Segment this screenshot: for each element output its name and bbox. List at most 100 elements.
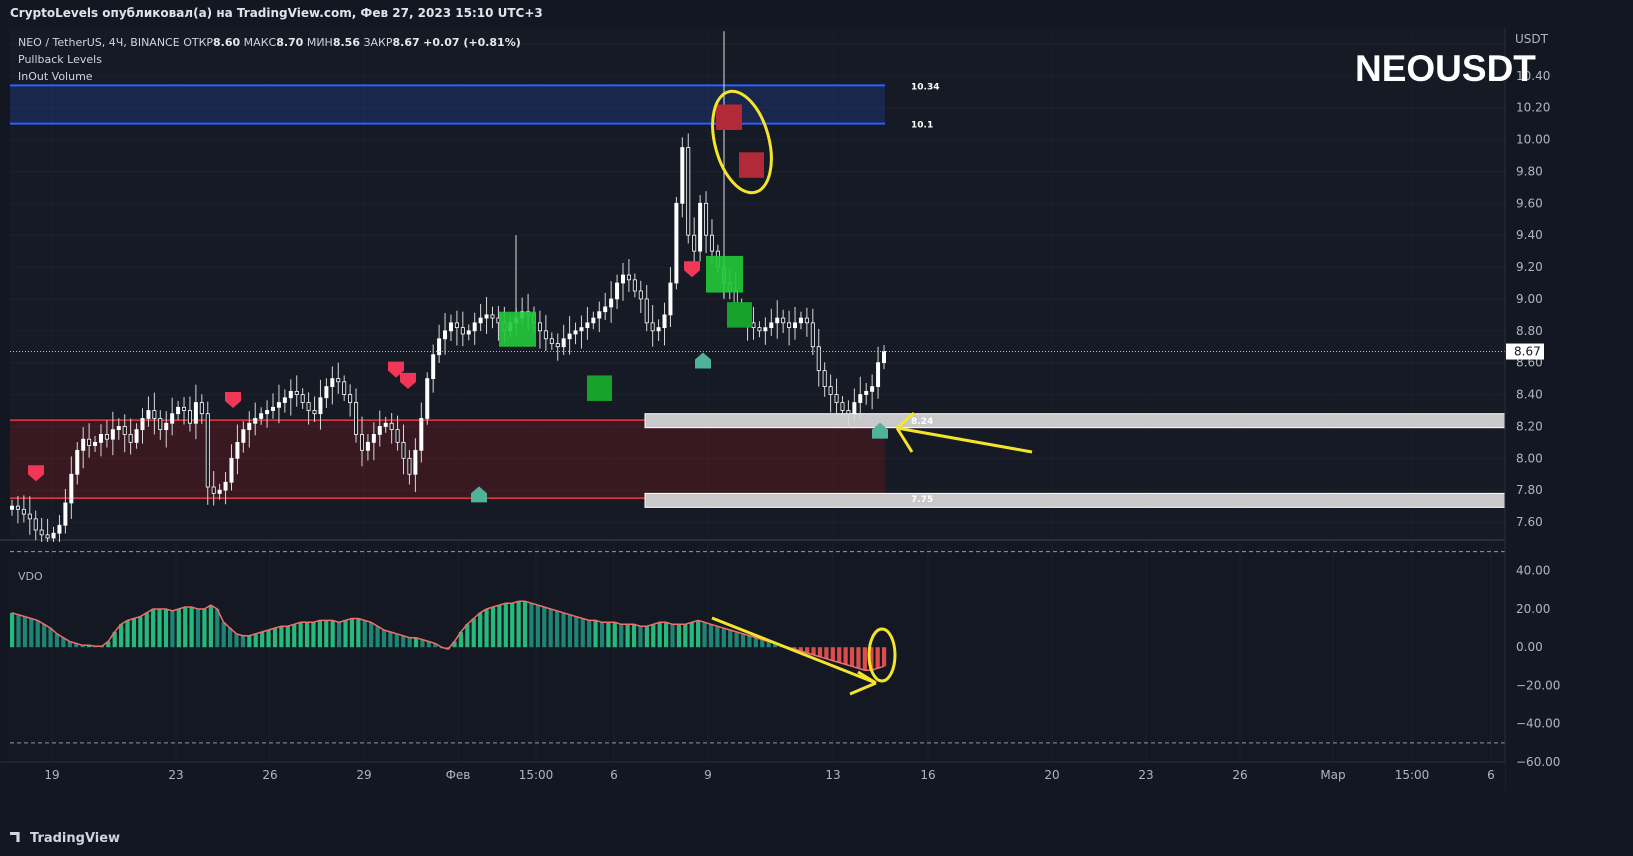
candle-body	[383, 422, 388, 427]
candle-body	[401, 441, 406, 459]
vdo-tick-label: −20.00	[1516, 678, 1560, 692]
vdo-bar	[131, 618, 137, 648]
price-tick-label: 8.80	[1516, 324, 1543, 338]
candle-body	[229, 457, 234, 483]
candle-body	[579, 327, 584, 332]
candle-body	[561, 338, 566, 348]
vdo-bar	[535, 605, 540, 648]
indicator-pullback-levels[interactable]: Pullback Levels	[18, 51, 521, 68]
candle-body	[466, 330, 471, 335]
vdo-bar	[837, 647, 842, 663]
vdo-bar	[292, 624, 297, 648]
level-label: 8.24	[911, 417, 933, 427]
vdo-bar	[631, 624, 637, 648]
candle-body	[692, 234, 697, 252]
vdo-bar	[516, 601, 521, 648]
candle-body	[757, 327, 762, 332]
vdo-bar	[503, 603, 508, 648]
vdo-bar	[189, 607, 194, 648]
time-tick-label: 23	[168, 768, 183, 782]
vdo-bar	[151, 608, 156, 648]
vdo-bar	[195, 608, 201, 648]
vdo-bar	[381, 630, 387, 648]
candle-body	[265, 410, 270, 415]
vdo-bar	[48, 628, 53, 648]
candle-body	[822, 370, 827, 387]
legend-close-label: ЗАКР	[363, 36, 393, 49]
vdo-bar	[587, 620, 592, 648]
candle-body	[668, 282, 673, 316]
volume-box-green	[727, 302, 752, 328]
candle-body	[882, 351, 887, 364]
vdo-bar	[356, 618, 361, 648]
price-tick-label: 10.20	[1516, 101, 1550, 115]
candle-body	[158, 418, 163, 431]
tradingview-logo-icon	[10, 832, 20, 842]
tradingview-logo[interactable]: TradingView	[10, 831, 120, 846]
level-label: 7.75	[911, 495, 933, 505]
vdo-bar	[144, 612, 149, 648]
vdo-bar	[696, 620, 701, 648]
indicator-inout-volume[interactable]: InOut Volume	[18, 68, 521, 85]
vdo-indicator-label[interactable]: VDO	[18, 570, 43, 583]
vdo-bar	[670, 624, 675, 648]
vdo-bar	[119, 624, 124, 648]
candle-body	[354, 402, 359, 435]
candle-body	[876, 362, 881, 387]
vdo-bar	[285, 626, 290, 648]
symbol-title-overlay: NEOUSDT	[1355, 48, 1536, 89]
candle-body	[205, 413, 210, 488]
candle-body	[395, 429, 400, 443]
candle-body	[336, 378, 341, 383]
support-zone	[10, 420, 885, 499]
candle-body	[294, 390, 299, 395]
candle-body	[282, 397, 287, 403]
vdo-bar	[253, 633, 258, 648]
candle-body	[644, 298, 649, 324]
legend-open: 8.60	[213, 36, 241, 49]
candle-body	[828, 386, 833, 395]
candle-body	[816, 346, 821, 372]
vdo-bar	[542, 607, 547, 648]
vdo-bar	[625, 624, 630, 648]
candle-body	[27, 513, 32, 520]
vdo-bar	[471, 618, 476, 648]
time-tick-label: 15:00	[1395, 768, 1430, 782]
vdo-bar	[606, 622, 611, 648]
vdo-bar	[170, 610, 175, 648]
vdo-bar	[317, 620, 322, 648]
vdo-bar	[484, 608, 489, 648]
candle-body	[810, 322, 815, 348]
candle-body	[318, 397, 323, 415]
price-chart[interactable]: 10.34 10.1 8.24 7.75 USDT 7.60 7.80 8.00 8.20 8.…	[0, 0, 1633, 856]
price-tick-label: 10.00	[1516, 133, 1550, 147]
candle-body	[371, 434, 376, 443]
vdo-bar	[324, 620, 329, 648]
vdo-bar	[369, 622, 374, 648]
candle-body	[537, 322, 542, 332]
vdo-bar	[689, 622, 694, 648]
time-tick-label: 15:00	[519, 768, 554, 782]
vdo-bar	[407, 637, 412, 648]
candle-body	[555, 343, 560, 348]
vdo-bar	[683, 624, 688, 648]
vdo-pane[interactable]	[10, 542, 1505, 762]
legend-open-label: ОТКР	[183, 36, 214, 49]
candle-body	[324, 386, 329, 399]
candle-body	[472, 322, 477, 332]
level-label: 10.34	[911, 82, 939, 92]
candle-body	[638, 290, 643, 300]
candle-body	[359, 434, 364, 451]
vdo-bar	[824, 647, 829, 659]
candle-body	[834, 394, 839, 403]
vdo-bar	[42, 624, 47, 648]
price-tick-label: 9.20	[1516, 260, 1543, 274]
candle-body	[549, 338, 554, 344]
candle-body	[407, 457, 412, 475]
candle-body	[98, 434, 103, 443]
volume-box-green	[587, 375, 612, 401]
vdo-bar	[567, 614, 573, 648]
candle-body	[543, 330, 548, 340]
legend-low: 8.56	[332, 36, 360, 49]
candle-body	[846, 410, 851, 415]
